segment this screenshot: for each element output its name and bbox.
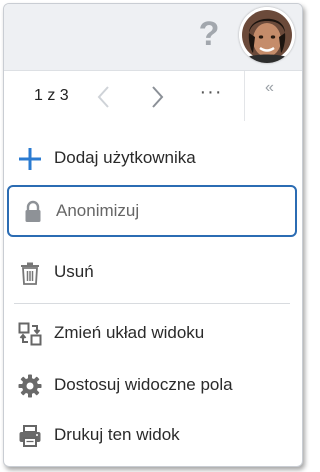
collapse-button[interactable]: « — [244, 71, 302, 121]
menu-item-label: Dodaj użytkownika — [54, 148, 196, 167]
pager-row: 1 z 3 ··· « — [4, 71, 302, 121]
lock-icon — [25, 200, 41, 222]
chevron-right-icon[interactable] — [147, 85, 167, 109]
menu-divider — [14, 303, 290, 304]
menu-item-label: Usuń — [54, 262, 94, 281]
menu-item-label: Drukuj ten widok — [54, 425, 180, 444]
menu-item-anonymize[interactable]: Anonimizuj — [7, 185, 297, 237]
layout-switch-icon — [18, 322, 42, 346]
menu-item-customize-fields[interactable]: Dostosuj widoczne pola — [4, 362, 302, 410]
page-indicator: 1 z 3 — [34, 87, 69, 104]
chevron-left-icon[interactable] — [94, 85, 114, 109]
avatar[interactable] — [239, 7, 295, 63]
printer-icon — [19, 425, 41, 447]
menu-item-delete[interactable]: Usuń — [4, 249, 302, 297]
trash-icon — [21, 262, 39, 285]
menu-item-label: Anonimizuj — [56, 201, 140, 220]
menu-item-label: Zmień układ widoku — [54, 323, 205, 342]
help-icon[interactable]: ? — [194, 14, 224, 54]
plus-icon — [19, 148, 41, 170]
menu-item-print[interactable]: Drukuj ten widok — [4, 412, 302, 460]
gear-icon — [18, 374, 42, 398]
double-chevron-left-icon: « — [265, 79, 274, 96]
menu-item-change-layout[interactable]: Zmień układ widoku — [4, 310, 302, 358]
menu-item-add-user[interactable]: Dodaj użytkownika — [4, 135, 302, 183]
more-options-button[interactable]: ··· — [196, 82, 226, 109]
menu-item-label: Dostosuj widoczne pola — [54, 375, 233, 394]
top-bar: ? — [4, 4, 302, 71]
dropdown-panel: ? 1 z 3 ··· « Dodaj użytkownika Anonimiz… — [3, 3, 303, 467]
avatar-photo-icon — [239, 7, 295, 63]
